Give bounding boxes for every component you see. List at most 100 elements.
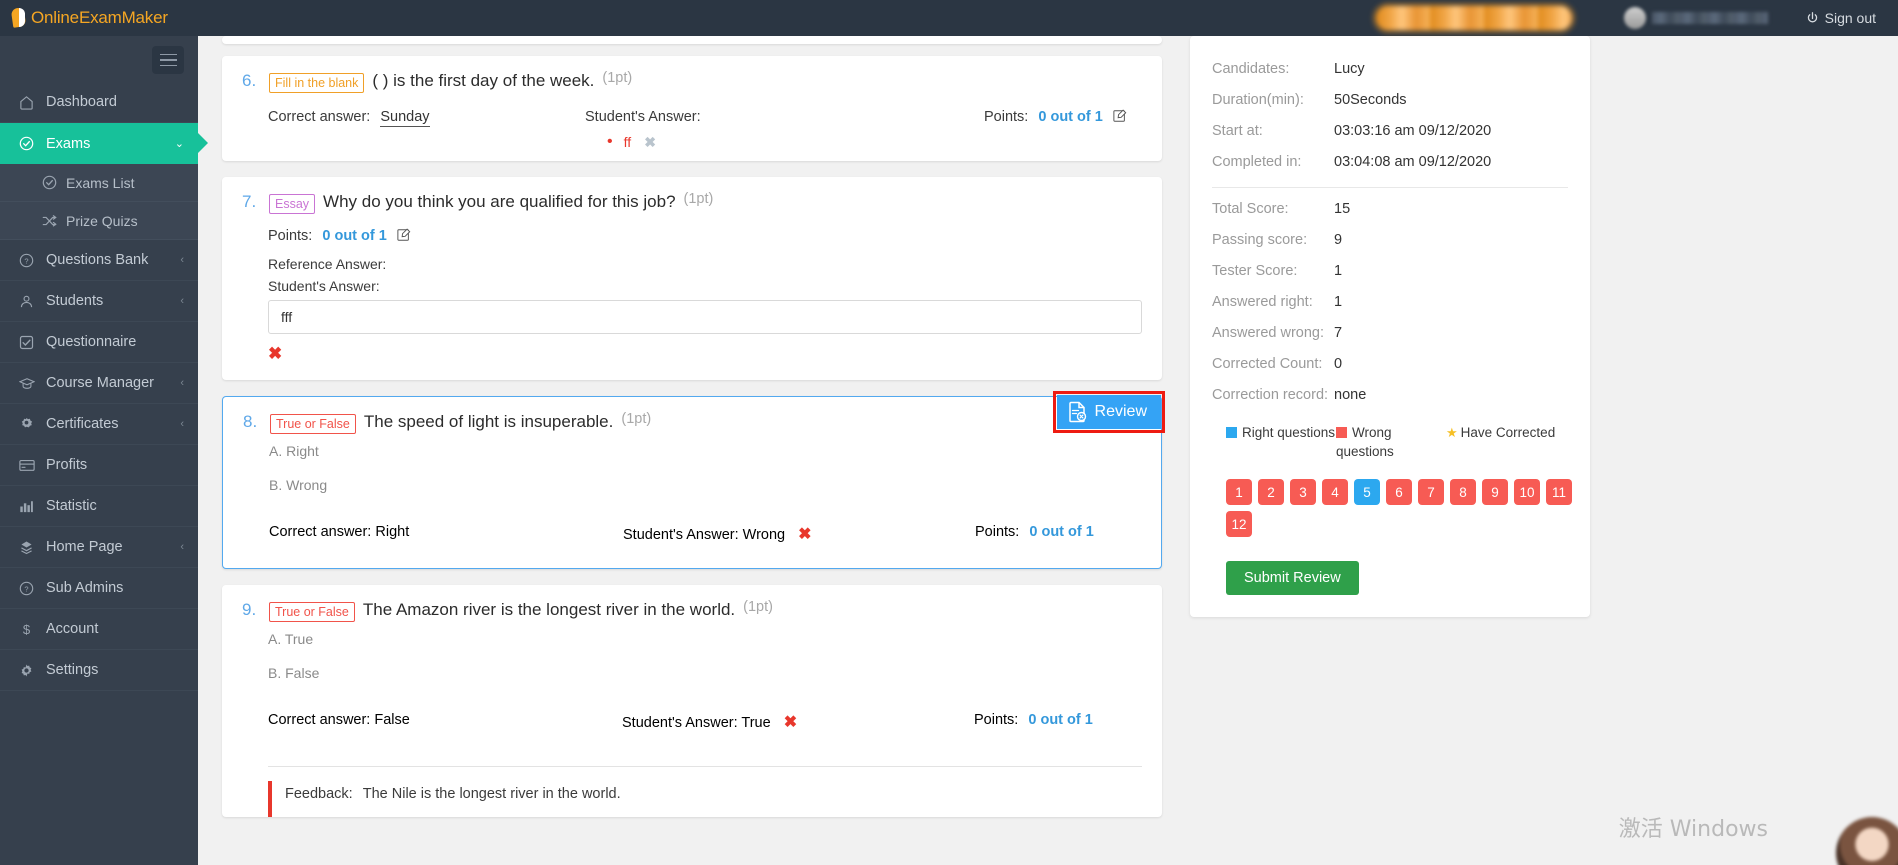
sidebar-toggle-icon[interactable] bbox=[152, 46, 184, 74]
legend-label: Have Corrected bbox=[1460, 425, 1556, 440]
sign-out-button[interactable]: Sign out bbox=[1806, 10, 1876, 26]
sidebar-item-students[interactable]: Students ‹ bbox=[0, 281, 198, 322]
sidebar-item-statistic[interactable]: Statistic bbox=[0, 486, 198, 527]
info-value: 03:04:08 am 09/12/2020 bbox=[1334, 154, 1492, 170]
feedback-block: Feedback: The Nile is the longest river … bbox=[268, 781, 1142, 817]
sidebar-item-questionnaire[interactable]: Questionnaire bbox=[0, 322, 198, 363]
dollar-icon: $ bbox=[18, 622, 35, 637]
correct-answer-value: Right bbox=[375, 524, 410, 540]
question-nav-box[interactable]: 12 bbox=[1226, 511, 1252, 537]
redacted-promo-button[interactable] bbox=[1375, 6, 1572, 30]
review-button[interactable]: Review bbox=[1056, 395, 1161, 429]
question-nav-box[interactable]: 8 bbox=[1450, 479, 1476, 505]
sidebar-item-label: Questions Bank bbox=[46, 252, 149, 268]
points-label: Points: bbox=[975, 524, 1020, 540]
sidebar-item-sub-admins[interactable]: ? Sub Admins bbox=[0, 568, 198, 609]
sidebar-subitem-prize-quizs[interactable]: Prize Quizs bbox=[0, 202, 198, 240]
windows-activation-watermark: 激活 Windows bbox=[1618, 817, 1768, 842]
option-b[interactable]: B. False bbox=[222, 656, 1162, 690]
home-icon bbox=[18, 95, 35, 110]
avatar bbox=[1623, 7, 1646, 29]
info-key: Total Score: bbox=[1212, 201, 1289, 217]
question-number: 9. bbox=[242, 600, 257, 619]
chevron-icon: ‹ bbox=[180, 254, 184, 266]
student-answer-value: ff bbox=[623, 134, 632, 150]
submit-review-button[interactable]: Submit Review bbox=[1226, 561, 1359, 595]
question-nav-box[interactable]: 10 bbox=[1514, 479, 1540, 505]
sidebar-subitem-label: Exams List bbox=[66, 174, 135, 191]
checkbox-icon bbox=[18, 335, 35, 350]
question-circle-icon: ? bbox=[18, 253, 35, 268]
option-a[interactable]: A. True bbox=[222, 622, 1162, 656]
graduation-cap-icon bbox=[18, 376, 35, 391]
questions-column: 6. Fill in the blank ( ) is the first da… bbox=[222, 36, 1165, 833]
sidebar: Dashboard Exams ⌄ Exams List Prize Quizs? Que… bbox=[0, 36, 208, 865]
chevron-icon: ‹ bbox=[180, 295, 184, 307]
question-text: ( ) is the first day of the week. bbox=[372, 71, 595, 90]
question-nav-box[interactable]: 4 bbox=[1322, 479, 1348, 505]
student-answer-label: Student's Answer: bbox=[623, 527, 739, 543]
sidebar-item-label: Students bbox=[46, 293, 104, 309]
corner-profile-photo bbox=[1836, 817, 1898, 865]
correct-answer-label: Correct answer: bbox=[269, 524, 372, 540]
question-nav-box[interactable]: 2 bbox=[1258, 479, 1284, 505]
question-8-header: 8. True or False The speed of light is i… bbox=[223, 397, 1161, 434]
sidebar-subitem-exams-list[interactable]: Exams List bbox=[0, 164, 198, 202]
top-bar-right: Sign out bbox=[1375, 0, 1898, 36]
student-essay-answer[interactable]: fff bbox=[268, 300, 1142, 334]
sidebar-item-label: Exams bbox=[46, 135, 91, 152]
points-value: 0 out of 1 bbox=[1029, 524, 1094, 540]
question-nav-box[interactable]: 3 bbox=[1290, 479, 1316, 505]
sidebar-subitem-label: Prize Quizs bbox=[66, 212, 138, 229]
sidebar-item-account[interactable]: $ Account bbox=[0, 609, 198, 650]
main-content: 6. Fill in the blank ( ) is the first da… bbox=[198, 36, 1898, 865]
points-value: 0 out of 1 bbox=[322, 228, 387, 244]
user-account-menu[interactable] bbox=[1623, 7, 1768, 29]
question-nav-box[interactable]: 9 bbox=[1482, 479, 1508, 505]
question-nav-box[interactable]: 6 bbox=[1386, 479, 1412, 505]
wrong-mark-icon: ✖ bbox=[783, 714, 798, 731]
sidebar-item-settings[interactable]: Settings bbox=[0, 650, 198, 691]
info-key: Candidates: bbox=[1212, 61, 1290, 77]
edit-points-icon[interactable] bbox=[397, 228, 411, 242]
question-card-8: Review 8. True or False The speed of lig… bbox=[222, 391, 1165, 569]
sidebar-item-home-page[interactable]: Home Page ‹ bbox=[0, 527, 198, 568]
sidebar-item-dashboard[interactable]: Dashboard bbox=[0, 82, 198, 123]
option-b[interactable]: B. Wrong bbox=[223, 468, 1161, 502]
bullet-icon: • bbox=[607, 133, 613, 150]
sign-out-label: Sign out bbox=[1824, 10, 1876, 26]
sidebar-item-label: Certificates bbox=[46, 416, 119, 432]
sidebar-item-label: Questionnaire bbox=[46, 334, 137, 350]
score-info-row: Corrected Count: 0 bbox=[1212, 349, 1568, 380]
question-7-header: 7. Essay Why do you think you are qualif… bbox=[222, 177, 1162, 214]
question-nav-box[interactable]: 5 bbox=[1354, 479, 1380, 505]
score-info-row: Passing score: 9 bbox=[1212, 225, 1568, 256]
sidebar-item-label: Account bbox=[46, 621, 99, 637]
info-key: Duration(min): bbox=[1212, 92, 1304, 108]
edit-points-icon[interactable] bbox=[1113, 109, 1127, 123]
question-nav-box[interactable]: 11 bbox=[1546, 479, 1572, 505]
star-icon: ★ bbox=[1446, 425, 1458, 440]
sidebar-item-course-manager[interactable]: Course Manager ‹ bbox=[0, 363, 198, 404]
question-type-tag: Fill in the blank bbox=[269, 73, 365, 93]
student-answer-label: Student's Answer: bbox=[585, 109, 701, 125]
shuffle-icon bbox=[42, 214, 57, 228]
chevron-icon: ⌄ bbox=[174, 138, 184, 150]
sidebar-item-profits[interactable]: Profits bbox=[0, 445, 198, 486]
points-label: Points: bbox=[974, 712, 1019, 728]
question-nav-box[interactable]: 1 bbox=[1226, 479, 1252, 505]
chevron-icon: ‹ bbox=[180, 418, 184, 430]
wrong-mark-icon: ✖ bbox=[268, 344, 283, 363]
sidebar-item-exams[interactable]: Exams ⌄ bbox=[0, 123, 208, 164]
option-a[interactable]: A. Right bbox=[223, 434, 1161, 468]
brand-logo[interactable]: OnlineExamMaker bbox=[10, 0, 168, 36]
gear-icon bbox=[18, 663, 35, 678]
svg-text:$: $ bbox=[23, 622, 31, 637]
sidebar-item-label: Settings bbox=[46, 662, 99, 678]
right-swatch-icon bbox=[1226, 427, 1237, 438]
sidebar-item-certificates[interactable]: Certificates ‹ bbox=[0, 404, 198, 445]
sidebar-item-questions-bank[interactable]: ? Questions Bank ‹ bbox=[0, 240, 198, 281]
candidate-info-list: Candidates: Lucy Duration(min): 50Seconds St… bbox=[1212, 54, 1568, 178]
power-icon bbox=[1806, 11, 1819, 25]
question-nav-box[interactable]: 7 bbox=[1418, 479, 1444, 505]
